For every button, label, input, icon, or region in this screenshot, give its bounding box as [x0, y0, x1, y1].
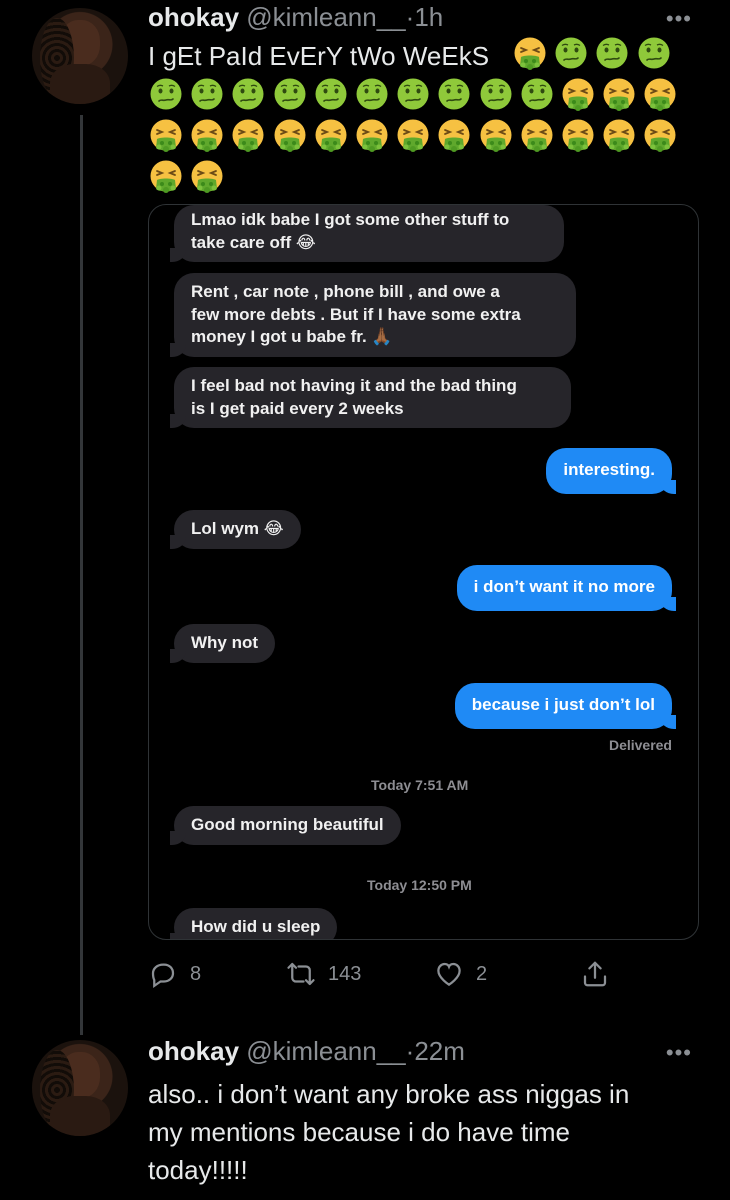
nauseated-face-icon: [274, 78, 306, 110]
vomiting-face-icon: [562, 119, 594, 152]
message-text-line: money I got u babe fr. 🙏🏾: [191, 327, 393, 346]
tweet-text: I gEt PaId EvErY tWo WeEkS: [148, 41, 490, 71]
received-message-bubble: Good morning beautiful: [170, 806, 401, 845]
emoji-line: [148, 159, 230, 195]
received-message-bubble: Lol wym 😂: [170, 510, 301, 549]
vomiting-face-icon: [232, 119, 264, 152]
emoji-line: [148, 77, 683, 113]
display-name[interactable]: ohokay: [148, 1036, 239, 1066]
emoji-line: [148, 118, 683, 154]
vomiting-face-icon: [603, 78, 635, 111]
message-timestamp: Today 12:50 PM: [367, 877, 472, 893]
reply-count: 8: [190, 962, 202, 985]
nauseated-face-icon: [397, 78, 429, 110]
tweet-header: ohokay @kimleann__·22m: [148, 1036, 465, 1067]
emoji-line: [512, 36, 677, 72]
nauseated-face-icon: [191, 78, 223, 110]
timestamp[interactable]: 22m: [414, 1036, 465, 1066]
tweet-header: ohokay @kimleann__·1h: [148, 2, 443, 33]
share-icon: [583, 961, 607, 987]
message-text-line: is I get paid every 2 weeks: [191, 398, 404, 418]
message-text-line: Rent , car note , phone bill , and owe a: [191, 282, 500, 301]
vomiting-face-icon: [356, 119, 388, 152]
message-timestamp: Today 7:51 AM: [371, 777, 469, 793]
vomiting-face-icon: [603, 119, 635, 152]
message-text-line: How did u sleep: [191, 917, 321, 936]
vomiting-face-icon: [191, 160, 223, 193]
vomiting-face-icon: [397, 119, 429, 152]
vomiting-face-icon: [150, 119, 182, 152]
tweet-body: also.. i don’t want any broke ass niggas…: [148, 1075, 708, 1189]
reply-button[interactable]: 8: [148, 950, 201, 998]
delivered-status: Delivered: [608, 737, 672, 753]
sent-message-bubble: because i just don’t lol: [454, 683, 677, 729]
message-text-line: I feel bad not having it and the bad thi…: [191, 376, 517, 395]
received-message-bubble: Lmao idk babe I got some other stuff to t…: [170, 205, 564, 262]
timestamp[interactable]: 1h: [414, 2, 443, 32]
tweet-actions: 8 143 2: [148, 950, 628, 998]
vomiting-face-icon: [150, 160, 182, 193]
tweet-text-line: also.. i don’t want any broke ass niggas…: [148, 1079, 630, 1109]
vomiting-face-icon: [514, 37, 546, 70]
nauseated-face-icon: [232, 78, 264, 110]
message-text-line: few more debts . But if I have some extr…: [191, 304, 521, 324]
received-message-bubble: I feel bad not having it and the bad thi…: [170, 367, 571, 428]
nauseated-face-icon: [596, 37, 628, 69]
vomiting-face-icon: [562, 78, 594, 111]
message-text-line: interesting.: [563, 460, 655, 479]
nauseated-face-icon: [150, 78, 182, 110]
reply-icon: [151, 963, 175, 989]
tweet-text-line: today!!!!!: [148, 1155, 248, 1185]
vomiting-face-icon: [521, 119, 553, 152]
vomiting-face-icon: [438, 119, 470, 152]
separator-dot: ·: [405, 2, 415, 32]
more-options-icon[interactable]: •••: [666, 6, 692, 32]
retweet-count: 143: [328, 962, 362, 985]
message-text-line: take care off 😂: [191, 232, 316, 252]
avatar[interactable]: [32, 8, 128, 104]
vomiting-face-icon: [644, 119, 676, 152]
tweet-text-line: my mentions because i do have time: [148, 1117, 570, 1147]
vomiting-face-icon: [480, 119, 511, 152]
vomiting-face-icon: [191, 119, 223, 152]
username[interactable]: @kimleann__: [246, 1036, 405, 1066]
sent-message-bubble: interesting.: [546, 448, 676, 494]
nauseated-face-icon: [555, 37, 587, 69]
share-button[interactable]: [580, 950, 622, 998]
message-text-line: Good morning beautiful: [191, 815, 384, 834]
display-name[interactable]: ohokay: [148, 2, 239, 32]
retweet-icon: [287, 962, 315, 986]
vomiting-face-icon: [274, 119, 306, 152]
nauseated-face-icon: [638, 37, 670, 69]
vomiting-face-icon: [644, 78, 676, 111]
nauseated-face-icon: [521, 78, 553, 110]
received-message-bubble: How did u sleep: [169, 908, 338, 939]
nauseated-face-icon: [315, 78, 347, 110]
username[interactable]: @kimleann__: [246, 2, 405, 32]
retweet-button[interactable]: 143: [286, 950, 361, 998]
nauseated-face-icon: [356, 78, 388, 110]
separator-dot: ·: [405, 1036, 415, 1066]
nauseated-face-icon: [438, 78, 470, 110]
like-button[interactable]: 2: [434, 950, 487, 998]
message-text-line: Lol wym 😂: [191, 519, 284, 538]
message-text-line: Lmao idk babe I got some other stuff to: [191, 210, 510, 229]
heart-icon: [437, 962, 461, 986]
thread-connector-line: [80, 115, 83, 1035]
attached-image[interactable]: Lmao idk babe I got some other stuff to t…: [148, 204, 699, 940]
received-message-bubble: Why not: [169, 624, 276, 663]
vomiting-face-icon: [315, 119, 347, 152]
like-count: 2: [476, 962, 488, 985]
message-text-line: Why not: [191, 633, 259, 652]
nauseated-face-icon: [480, 78, 511, 110]
received-message-bubble: Rent , car note , phone bill , and owe a…: [170, 273, 576, 357]
message-text-line: because i just don’t lol: [471, 695, 655, 714]
more-options-icon[interactable]: •••: [666, 1040, 692, 1066]
message-text-line: i don’t want it no more: [473, 577, 655, 596]
sent-message-bubble: i don’t want it no more: [456, 565, 677, 611]
avatar[interactable]: [32, 1040, 128, 1136]
